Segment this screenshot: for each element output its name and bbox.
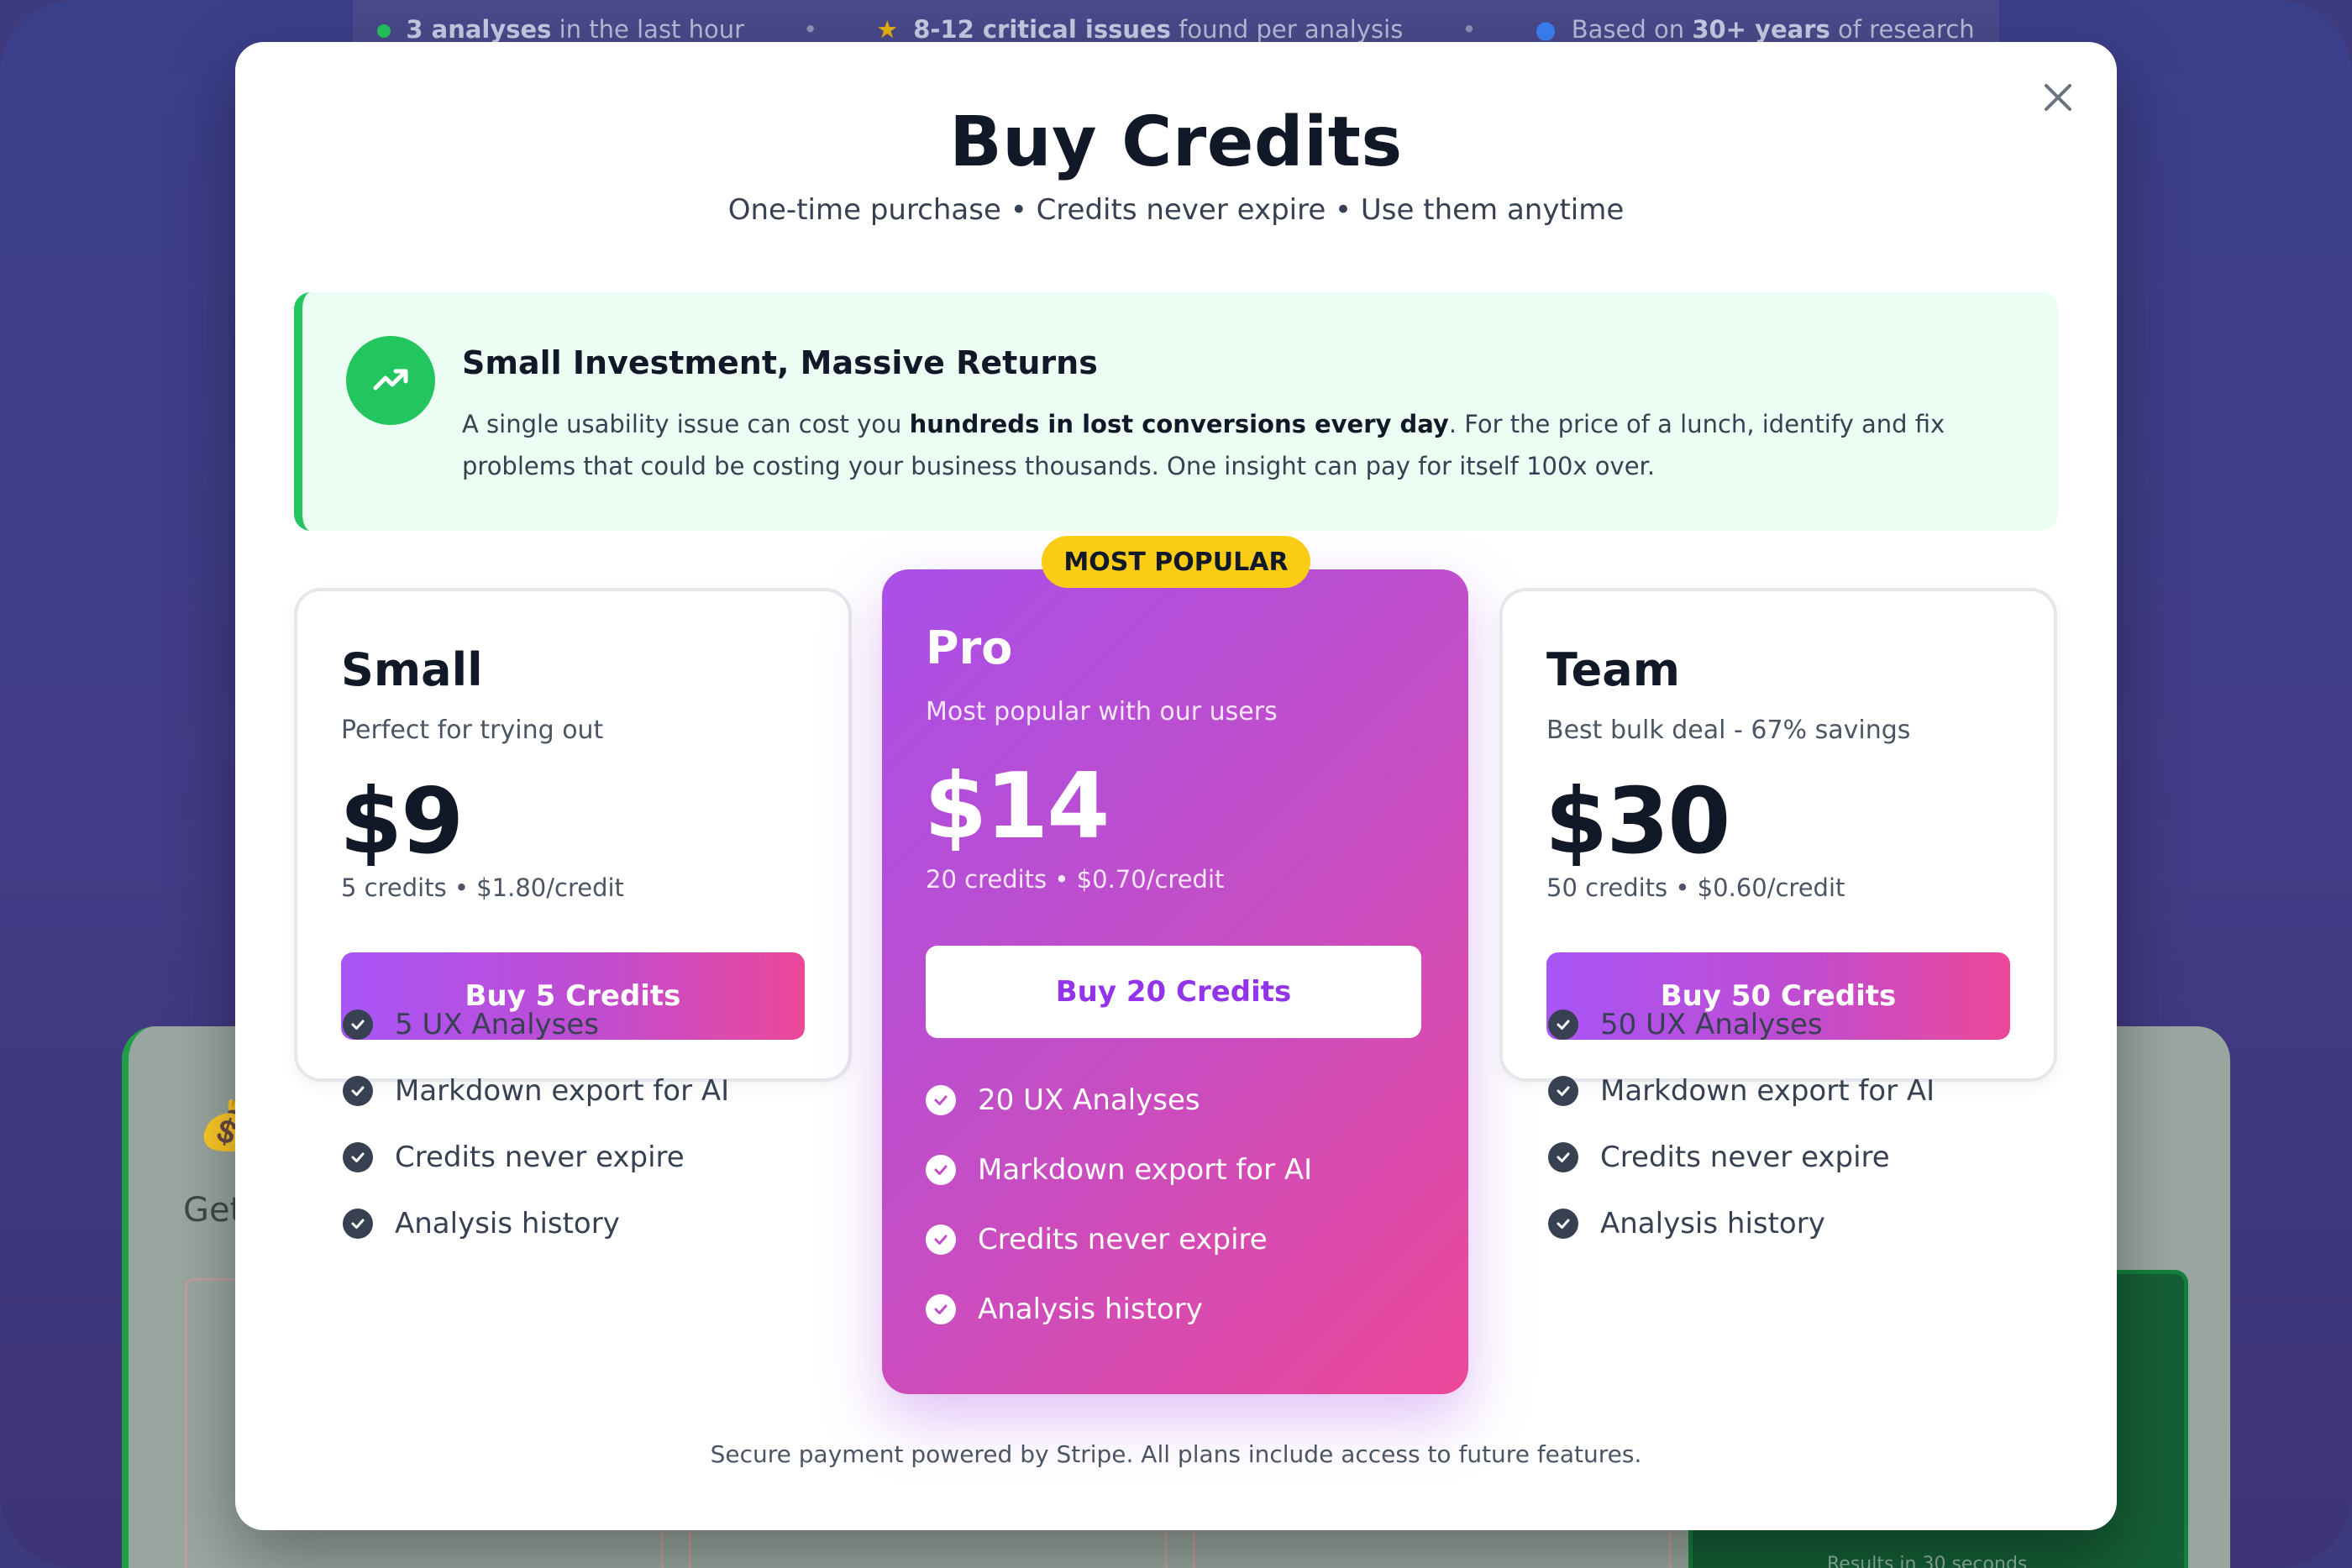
plan-card-pro: Pro Most popular with our users $14 20 c… (882, 569, 1468, 1394)
check-circle-icon (343, 1142, 373, 1172)
plan-price: $9 (339, 769, 464, 874)
background-get-text: Get (183, 1191, 244, 1230)
plan-name: Small (341, 643, 483, 696)
plan-description: Most popular with our users (926, 697, 1278, 726)
background-results-text: Results in 30 seconds (1827, 1554, 2028, 1568)
plan-price: $30 (1545, 769, 1730, 874)
feature-item: Analysis history (926, 1293, 1203, 1326)
stat-separator: • (803, 15, 818, 44)
check-circle-icon (926, 1085, 956, 1115)
check-circle-icon (1548, 1209, 1578, 1239)
check-circle-icon (343, 1009, 373, 1040)
modal-subtitle: One-time purchase • Credits never expire… (727, 193, 1625, 227)
buy-20-credits-button[interactable]: Buy 20 Credits (926, 946, 1421, 1038)
verified-icon: ● (1535, 15, 1557, 44)
check-circle-icon (1548, 1076, 1578, 1106)
feature-item: 50 UX Analyses (1548, 1008, 1823, 1041)
plan-name: Team (1546, 643, 1680, 696)
payment-footer-note: Secure payment powered by Stripe. All pl… (710, 1440, 1642, 1468)
feature-item: 5 UX Analyses (343, 1008, 599, 1041)
stat-issues: ★ 8-12 critical issues found per analysis (876, 15, 1404, 44)
feature-item: Analysis history (343, 1207, 620, 1240)
feature-item: Credits never expire (1548, 1141, 1890, 1174)
check-circle-icon (926, 1155, 956, 1185)
check-circle-icon (1548, 1142, 1578, 1172)
stat-analyses: 3 analyses in the last hour (377, 15, 744, 44)
plan-credits-line: 5 credits • $1.80/credit (341, 873, 624, 902)
feature-item: 20 UX Analyses (926, 1083, 1200, 1117)
buy-credits-modal: Buy Credits One-time purchase • Credits … (235, 42, 2117, 1530)
star-icon: ★ (876, 15, 899, 44)
check-circle-icon (343, 1076, 373, 1106)
plan-description: Best bulk deal - 67% savings (1546, 716, 1911, 745)
check-circle-icon (343, 1209, 373, 1239)
modal-title: Buy Credits (949, 102, 1403, 182)
trending-up-icon (346, 336, 435, 425)
plan-credits-line: 50 credits • $0.60/credit (1546, 873, 1845, 902)
feature-item: Credits never expire (926, 1223, 1268, 1256)
check-circle-icon (926, 1225, 956, 1255)
stat-research: ● Based on 30+ years of research (1535, 15, 1975, 44)
feature-item: Analysis history (1548, 1207, 1825, 1240)
plan-description: Perfect for trying out (341, 716, 604, 745)
feature-item: Markdown export for AI (343, 1074, 729, 1108)
feature-item: Markdown export for AI (926, 1153, 1312, 1187)
most-popular-badge: MOST POPULAR (1042, 536, 1310, 588)
plan-name: Pro (926, 621, 1013, 674)
value-heading: Small Investment, Massive Returns (462, 344, 1098, 381)
check-circle-icon (926, 1294, 956, 1324)
live-dot-icon (377, 24, 391, 38)
app-frame: 3 analyses in the last hour • ★ 8-12 crit… (0, 0, 2352, 1568)
stat-separator: • (1462, 15, 1477, 44)
value-proposition-banner: Small Investment, Massive Returns A sing… (294, 292, 2058, 531)
feature-item: Credits never expire (343, 1141, 685, 1174)
plan-credits-line: 20 credits • $0.70/credit (926, 865, 1225, 894)
feature-item: Markdown export for AI (1548, 1074, 1935, 1108)
plan-price: $14 (924, 754, 1110, 859)
value-body: A single usability issue can cost you hu… (462, 410, 1945, 480)
check-circle-icon (1548, 1009, 1578, 1040)
